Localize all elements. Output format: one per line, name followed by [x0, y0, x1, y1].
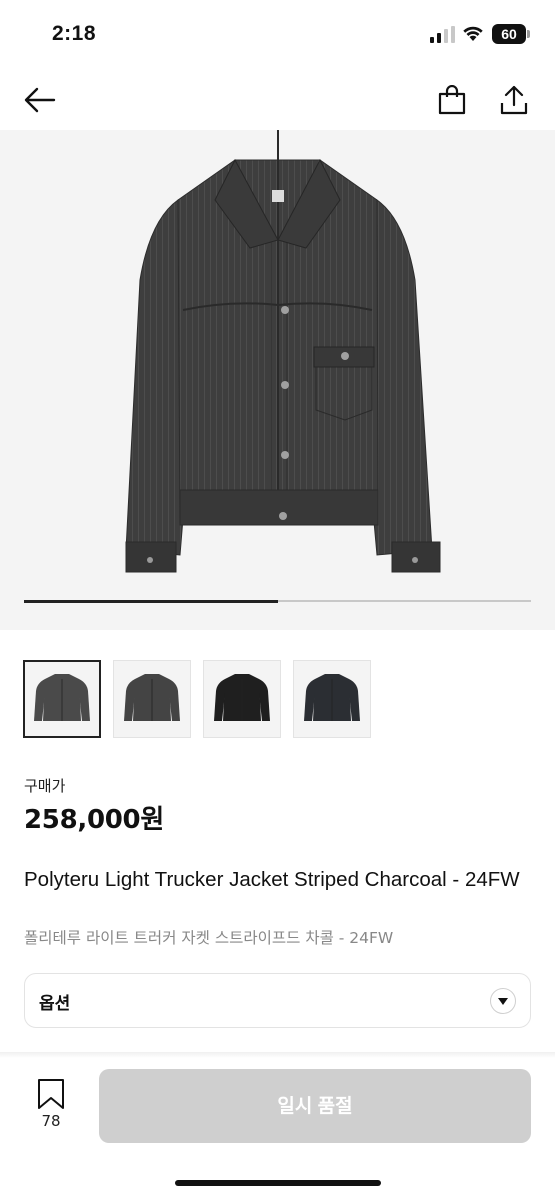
cart-button[interactable] [432, 80, 472, 120]
thumbnail-item[interactable] [23, 660, 101, 738]
chevron-down-icon [490, 988, 516, 1014]
wifi-icon [463, 26, 483, 41]
back-button[interactable] [20, 80, 60, 120]
battery-cap [527, 30, 530, 38]
thumbnail-item[interactable] [113, 660, 191, 738]
battery-icon: 60 [492, 24, 526, 44]
gallery-progress-fill [24, 599, 278, 603]
status-time: 2:18 [52, 22, 97, 45]
product-name-korean: 폴리테루 라이트 트러커 자켓 스트라이프드 차콜 - 24FW [24, 929, 394, 947]
product-gallery[interactable] [0, 130, 555, 630]
shopping-bag-icon [438, 85, 466, 115]
price-value: 258,000원 [24, 805, 164, 835]
thumbnail-jacket-image [34, 674, 90, 721]
thumbnail-item[interactable] [203, 660, 281, 738]
wishlist-count: 78 [41, 1112, 61, 1130]
product-image[interactable] [0, 130, 555, 600]
product-name: Polyteru Light Trucker Jacket Striped Ch… [24, 868, 520, 891]
bookmark-icon [38, 1079, 64, 1109]
gallery-progress-track [24, 599, 531, 603]
back-arrow-icon [24, 87, 56, 113]
status-bar: 2:18 60 [0, 0, 555, 70]
soldout-button[interactable]: 일시 품절 [99, 1069, 531, 1143]
thumbnail-jacket-image [214, 674, 270, 721]
signal-icon [430, 26, 455, 43]
share-icon [500, 85, 528, 115]
price-label: 구매가 [24, 777, 66, 795]
share-button[interactable] [494, 80, 534, 120]
battery-level: 60 [501, 26, 517, 42]
thumbnail-jacket-image [124, 674, 180, 721]
option-label: 옵션 [39, 994, 71, 1014]
app-header [0, 70, 555, 130]
bottom-bar-divider [0, 1052, 555, 1058]
thumbnail-strip [23, 660, 371, 740]
thumbnail-jacket-image [304, 674, 360, 721]
thumbnail-item[interactable] [293, 660, 371, 738]
home-indicator [175, 1180, 381, 1186]
option-select[interactable]: 옵션 [24, 973, 531, 1028]
wishlist-button[interactable]: 78 [20, 1072, 82, 1142]
